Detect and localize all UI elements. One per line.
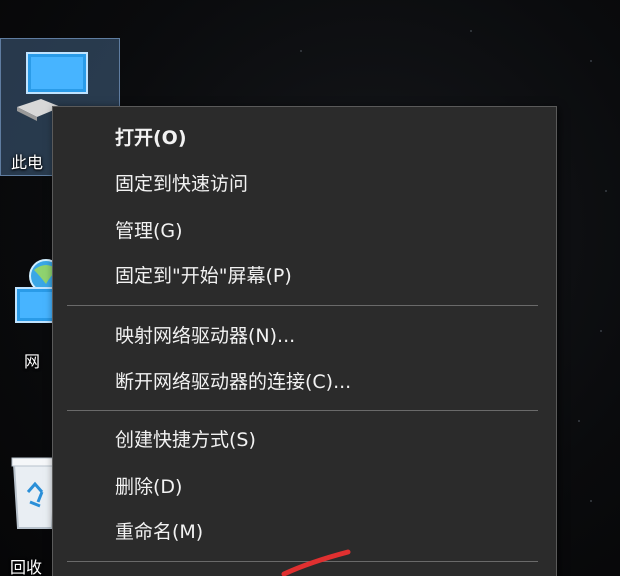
star (590, 500, 592, 502)
desktop-icon-label: 网 (24, 352, 41, 371)
star (590, 60, 592, 62)
star (600, 330, 602, 332)
menu-separator (67, 410, 538, 411)
menu-item-pin-quick-access[interactable]: 固定到快速访问 (53, 161, 556, 207)
menu-item-delete[interactable]: 删除(D) (53, 464, 556, 510)
star (605, 190, 607, 192)
desktop: 此电 网 回收 打开(O) 固定到快速访问 管理(G) 固定到"开始"屏幕(P)… (0, 0, 620, 576)
menu-item-open[interactable]: 打开(O) (53, 115, 556, 161)
star (470, 30, 472, 32)
menu-item-create-shortcut[interactable]: 创建快捷方式(S) (53, 417, 556, 463)
menu-separator (67, 305, 538, 306)
menu-item-map-network-drive[interactable]: 映射网络驱动器(N)... (53, 313, 556, 359)
desktop-icon-label: 此电 (11, 153, 44, 172)
star (578, 420, 580, 422)
red-arrow-annotation (281, 549, 351, 576)
desktop-icon-label: 回收 (10, 558, 43, 576)
context-menu: 打开(O) 固定到快速访问 管理(G) 固定到"开始"屏幕(P) 映射网络驱动器… (52, 106, 557, 576)
menu-item-disconnect-network-drive[interactable]: 断开网络驱动器的连接(C)... (53, 359, 556, 405)
menu-item-manage[interactable]: 管理(G) (53, 208, 556, 254)
menu-item-pin-start[interactable]: 固定到"开始"屏幕(P) (53, 253, 556, 299)
star (300, 50, 302, 52)
